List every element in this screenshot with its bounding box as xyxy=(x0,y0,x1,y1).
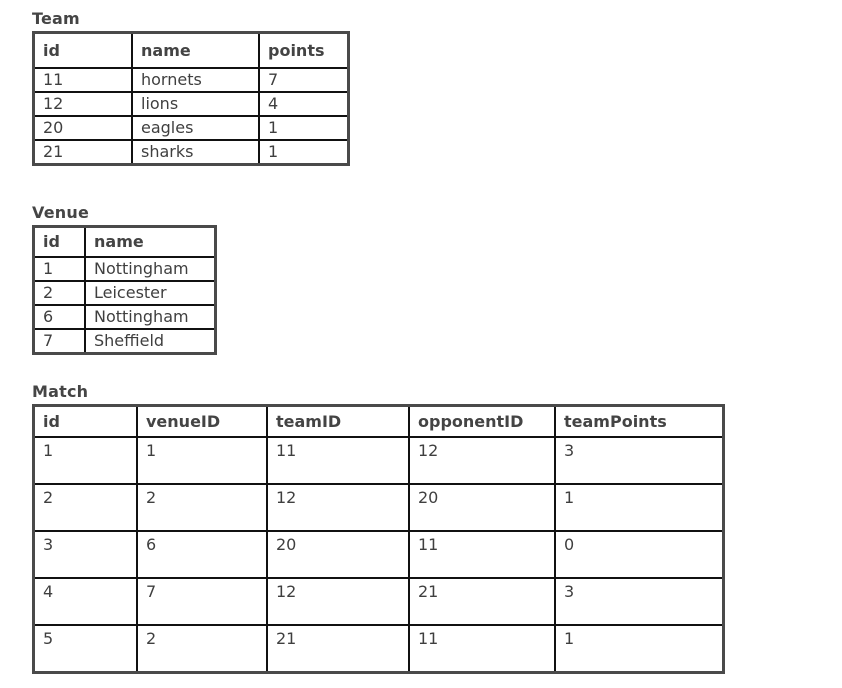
match-table-title: Match xyxy=(32,382,89,401)
venue-header-row: id name xyxy=(32,225,217,258)
team-row: 11 hornets 7 xyxy=(32,67,350,93)
match-table: id venueID teamID opponentID teamPoints … xyxy=(32,404,725,674)
team-cell-name: lions xyxy=(131,91,260,117)
team-cell-id: 11 xyxy=(32,67,133,93)
team-row: 20 eagles 1 xyxy=(32,115,350,141)
match-cell-teamid: 11 xyxy=(266,436,410,485)
match-cell-teamid: 20 xyxy=(266,530,410,579)
match-cell-teamid: 12 xyxy=(266,577,410,626)
match-cell-teamid: 21 xyxy=(266,624,410,674)
match-cell-opponentid: 21 xyxy=(408,577,556,626)
match-cell-teampoints: 3 xyxy=(554,577,725,626)
team-cell-name: hornets xyxy=(131,67,260,93)
team-column-header-points: points xyxy=(258,31,350,69)
team-cell-id: 21 xyxy=(32,139,133,166)
match-header-row: id venueID teamID opponentID teamPoints xyxy=(32,404,725,438)
match-cell-teamid: 12 xyxy=(266,483,410,532)
venue-table-title: Venue xyxy=(32,203,89,222)
match-cell-id: 2 xyxy=(32,483,138,532)
match-column-header-venueid: venueID xyxy=(136,404,268,438)
match-cell-opponentid: 12 xyxy=(408,436,556,485)
match-cell-opponentid: 11 xyxy=(408,624,556,674)
team-cell-points: 7 xyxy=(258,67,350,93)
team-cell-name: eagles xyxy=(131,115,260,141)
match-column-header-teamid: teamID xyxy=(266,404,410,438)
team-cell-points: 1 xyxy=(258,115,350,141)
match-cell-venueid: 2 xyxy=(136,624,268,674)
venue-cell-id: 7 xyxy=(32,328,86,355)
venue-cell-name: Sheffield xyxy=(84,328,217,355)
venue-cell-id: 2 xyxy=(32,280,86,306)
match-cell-id: 1 xyxy=(32,436,138,485)
match-cell-opponentid: 20 xyxy=(408,483,556,532)
match-cell-id: 4 xyxy=(32,577,138,626)
venue-row: 6 Nottingham xyxy=(32,304,217,330)
match-cell-teampoints: 0 xyxy=(554,530,725,579)
venue-row: 7 Sheffield xyxy=(32,328,217,355)
venue-table: id name 1 Nottingham 2 Leicester 6 Notti… xyxy=(32,225,217,355)
match-column-header-id: id xyxy=(32,404,138,438)
match-row: 3 6 20 11 0 xyxy=(32,530,725,579)
venue-cell-name: Nottingham xyxy=(84,304,217,330)
team-header-row: id name points xyxy=(32,31,350,69)
venue-column-header-id: id xyxy=(32,225,86,258)
match-cell-id: 3 xyxy=(32,530,138,579)
match-row: 4 7 12 21 3 xyxy=(32,577,725,626)
team-cell-id: 12 xyxy=(32,91,133,117)
match-cell-venueid: 6 xyxy=(136,530,268,579)
match-cell-teampoints: 1 xyxy=(554,483,725,532)
match-row: 2 2 12 20 1 xyxy=(32,483,725,532)
team-table: id name points 11 hornets 7 12 lions 4 2… xyxy=(32,31,350,166)
team-cell-points: 4 xyxy=(258,91,350,117)
match-cell-teampoints: 3 xyxy=(554,436,725,485)
team-cell-name: sharks xyxy=(131,139,260,166)
venue-row: 1 Nottingham xyxy=(32,256,217,282)
match-column-header-opponentid: opponentID xyxy=(408,404,556,438)
venue-cell-name: Leicester xyxy=(84,280,217,306)
match-cell-venueid: 2 xyxy=(136,483,268,532)
venue-column-header-name: name xyxy=(84,225,217,258)
venue-cell-id: 1 xyxy=(32,256,86,282)
match-cell-venueid: 1 xyxy=(136,436,268,485)
match-cell-venueid: 7 xyxy=(136,577,268,626)
match-cell-teampoints: 1 xyxy=(554,624,725,674)
team-row: 21 sharks 1 xyxy=(32,139,350,166)
team-column-header-id: id xyxy=(32,31,133,69)
match-row: 5 2 21 11 1 xyxy=(32,624,725,674)
venue-cell-name: Nottingham xyxy=(84,256,217,282)
match-cell-id: 5 xyxy=(32,624,138,674)
venue-cell-id: 6 xyxy=(32,304,86,330)
team-column-header-name: name xyxy=(131,31,260,69)
team-cell-points: 1 xyxy=(258,139,350,166)
venue-row: 2 Leicester xyxy=(32,280,217,306)
team-cell-id: 20 xyxy=(32,115,133,141)
team-table-title: Team xyxy=(32,9,80,28)
match-cell-opponentid: 11 xyxy=(408,530,556,579)
match-row: 1 1 11 12 3 xyxy=(32,436,725,485)
match-column-header-teampoints: teamPoints xyxy=(554,404,725,438)
team-row: 12 lions 4 xyxy=(32,91,350,117)
